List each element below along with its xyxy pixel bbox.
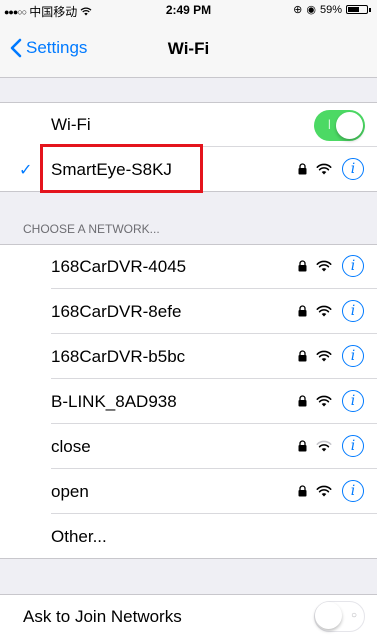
info-icon: i: [350, 303, 356, 319]
wifi-toggle[interactable]: |: [314, 110, 365, 141]
lock-icon: [298, 395, 307, 407]
network-name: open: [51, 482, 89, 501]
network-row[interactable]: 168CarDVR-b5bc i: [0, 334, 377, 379]
network-icons: i: [298, 390, 364, 412]
network-name: 168CarDVR-4045: [51, 257, 187, 276]
network-icons: i: [298, 345, 364, 367]
wifi-icon: [316, 485, 332, 497]
network-icons: i: [298, 480, 364, 502]
other-label: Other...: [51, 527, 107, 546]
info-button[interactable]: i: [342, 390, 364, 412]
wifi-icon: [316, 163, 332, 175]
network-row[interactable]: open i: [0, 469, 377, 514]
network-row[interactable]: close i: [0, 424, 377, 469]
network-icons: i: [298, 300, 364, 322]
info-icon: i: [350, 258, 356, 274]
toggle-on-mark: |: [328, 119, 331, 130]
info-icon: i: [350, 393, 356, 409]
alarm-icon: ◉: [306, 4, 316, 16]
network-name: B-LINK_8AD938: [51, 392, 177, 411]
info-button[interactable]: i: [342, 345, 364, 367]
wifi-weak-icon: [316, 440, 332, 452]
lock-icon: [298, 485, 307, 497]
network-icons: i: [298, 158, 364, 180]
info-icon: i: [350, 438, 356, 454]
wifi-icon: [316, 395, 332, 407]
lock-icon: [298, 163, 307, 175]
toggle-knob: [336, 112, 363, 139]
page-title: Wi-Fi: [167, 39, 210, 58]
network-row[interactable]: B-LINK_8AD938 i: [0, 379, 377, 424]
lock-icon: [298, 440, 307, 452]
lock-icon: [298, 350, 307, 362]
divider: [0, 244, 377, 245]
checkmark-icon: ✓: [19, 162, 33, 179]
wifi-label: Wi-Fi: [51, 115, 91, 134]
orientation-lock-icon: ⊕: [293, 4, 303, 16]
divider: [0, 558, 377, 559]
navigation-bar: Settings Wi-Fi: [0, 20, 377, 78]
wifi-icon: [316, 350, 332, 362]
ask-to-join-toggle[interactable]: ○: [314, 601, 365, 632]
info-button[interactable]: i: [342, 255, 364, 277]
network-icons: i: [298, 435, 364, 457]
battery-level: [348, 7, 359, 12]
ask-to-join-label: Ask to Join Networks: [23, 607, 182, 626]
network-name: 168CarDVR-b5bc: [51, 347, 186, 366]
battery-icon: [346, 5, 368, 14]
network-icons: i: [298, 255, 364, 277]
status-bar: ●●●○○ 中国移动 2:49 PM ⊕ ◉ 59%: [0, 0, 377, 20]
section-header: CHOOSE A NETWORK...: [23, 222, 160, 236]
annotation-highlight-box: [40, 144, 203, 193]
other-network-row[interactable]: Other...: [0, 514, 377, 559]
network-row[interactable]: 168CarDVR-8efe i: [0, 289, 377, 334]
toggle-off-mark: ○: [350, 610, 357, 621]
toggle-knob: [315, 602, 342, 629]
wifi-icon: [316, 260, 332, 272]
lock-icon: [298, 305, 307, 317]
divider: [0, 594, 377, 595]
wifi-icon: [316, 305, 332, 317]
lock-icon: [298, 260, 307, 272]
status-right: ⊕ ◉ 59%: [293, 3, 371, 16]
ask-to-join-row: Ask to Join Networks ○: [0, 594, 377, 639]
info-icon: i: [350, 483, 356, 499]
info-button[interactable]: i: [342, 480, 364, 502]
network-name: 168CarDVR-8efe: [51, 302, 182, 321]
info-button[interactable]: i: [342, 435, 364, 457]
wifi-toggle-row: Wi-Fi |: [0, 102, 377, 147]
info-icon: i: [350, 161, 356, 177]
network-row[interactable]: 168CarDVR-4045 i: [0, 244, 377, 289]
battery-tip: [369, 7, 371, 12]
info-button[interactable]: i: [342, 300, 364, 322]
info-button[interactable]: i: [342, 158, 364, 180]
divider: [0, 102, 377, 103]
info-icon: i: [350, 348, 356, 364]
battery-percent: 59%: [319, 3, 342, 16]
network-name: close: [51, 437, 91, 456]
